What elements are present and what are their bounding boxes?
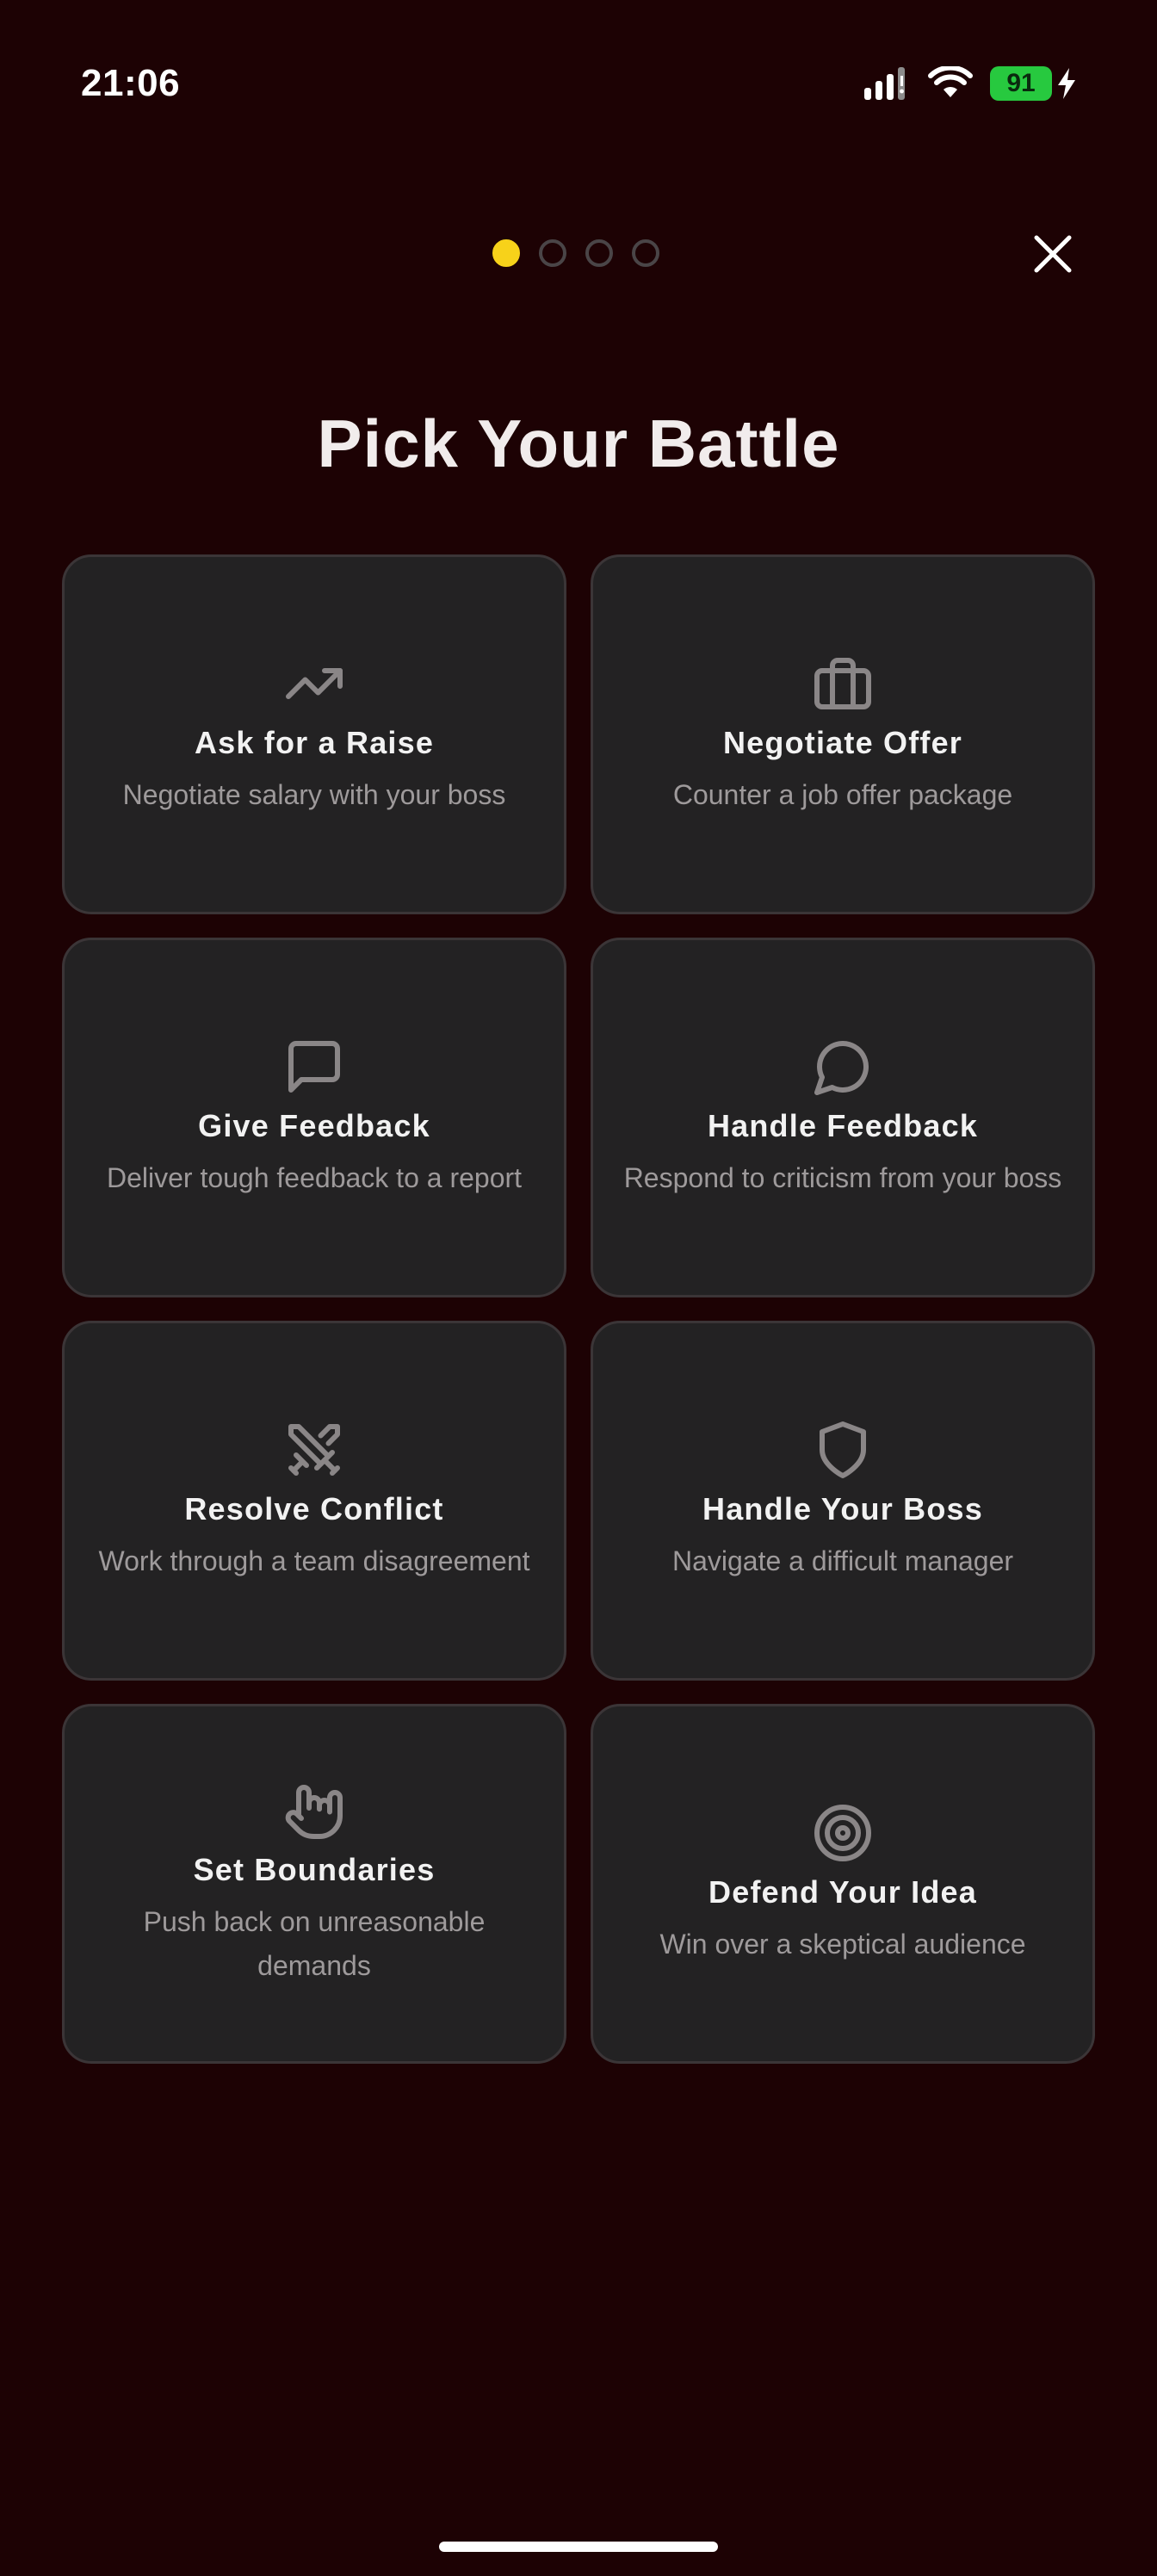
- close-icon: [1034, 235, 1072, 273]
- card-handle-feedback[interactable]: Handle Feedback Respond to criticism fro…: [591, 938, 1095, 1297]
- card-negotiate-offer[interactable]: Negotiate Offer Counter a job offer pack…: [591, 554, 1095, 914]
- card-description: Push back on unreasonable demands: [143, 1906, 486, 1981]
- status-icons: 91: [863, 65, 1078, 102]
- home-indicator: [439, 2542, 718, 2552]
- page-dot: [539, 239, 566, 267]
- card-give-feedback[interactable]: Give Feedback Deliver tough feedback to …: [62, 938, 566, 1297]
- shield-icon: [812, 1419, 874, 1481]
- card-ask-for-a-raise[interactable]: Ask for a Raise Negotiate salary with yo…: [62, 554, 566, 914]
- charging-bolt-icon: [1058, 68, 1075, 99]
- card-handle-your-boss[interactable]: Handle Your Boss Navigate a difficult ma…: [591, 1321, 1095, 1681]
- trending-up-icon: [283, 653, 345, 715]
- status-bar: 21:06 91: [0, 0, 1157, 172]
- card-description: Deliver tough feedback to a report: [106, 1161, 523, 1193]
- card-set-boundaries[interactable]: Set Boundaries Push back on unreasonable…: [62, 1704, 566, 2064]
- card-title: Defend Your Idea: [708, 1873, 977, 1910]
- message-circle-icon: [812, 1036, 874, 1098]
- card-description: Counter a job offer package: [672, 778, 1013, 810]
- status-time: 21:06: [81, 62, 181, 104]
- card-title: Negotiate Offer: [722, 724, 963, 760]
- card-description: Work through a team disagreement: [98, 1545, 530, 1576]
- wifi-icon: [928, 66, 973, 97]
- card-title: Resolve Conflict: [184, 1490, 444, 1526]
- close-button[interactable]: [1028, 229, 1078, 279]
- hand-icon: [283, 1780, 345, 1842]
- target-icon: [812, 1802, 874, 1864]
- card-title: Set Boundaries: [193, 1852, 436, 1887]
- signal-icon: [864, 67, 905, 100]
- card-title: Give Feedback: [198, 1107, 430, 1143]
- card-description: Negotiate salary with your boss: [122, 778, 506, 810]
- card-description: Win over a skeptical audience: [659, 1928, 1026, 1960]
- onboarding-screen: 21:06 91 Pick Your Battle Ask for a Rais…: [0, 0, 1157, 2576]
- battery-indicator: 91: [990, 66, 1052, 101]
- briefcase-icon: [812, 653, 874, 715]
- card-defend-your-idea[interactable]: Defend Your Idea Win over a skeptical au…: [591, 1704, 1095, 2064]
- card-description: Navigate a difficult manager: [671, 1545, 1014, 1576]
- page-dot: [585, 239, 613, 267]
- card-title: Handle Your Boss: [702, 1490, 983, 1526]
- card-description: Respond to criticism from your boss: [623, 1161, 1062, 1193]
- card-resolve-conflict[interactable]: Resolve Conflict Work through a team dis…: [62, 1321, 566, 1681]
- card-title: Ask for a Raise: [194, 724, 435, 760]
- crossed-swords-icon: [283, 1419, 345, 1481]
- message-square-icon: [283, 1036, 345, 1098]
- page-indicator: [492, 239, 678, 267]
- card-title: Handle Feedback: [707, 1107, 979, 1143]
- page-title: Pick Your Battle: [317, 406, 840, 481]
- page-dot-active: [492, 239, 520, 267]
- page-dot: [632, 239, 659, 267]
- battle-options-grid: Ask for a Raise Negotiate salary with yo…: [62, 554, 1095, 2064]
